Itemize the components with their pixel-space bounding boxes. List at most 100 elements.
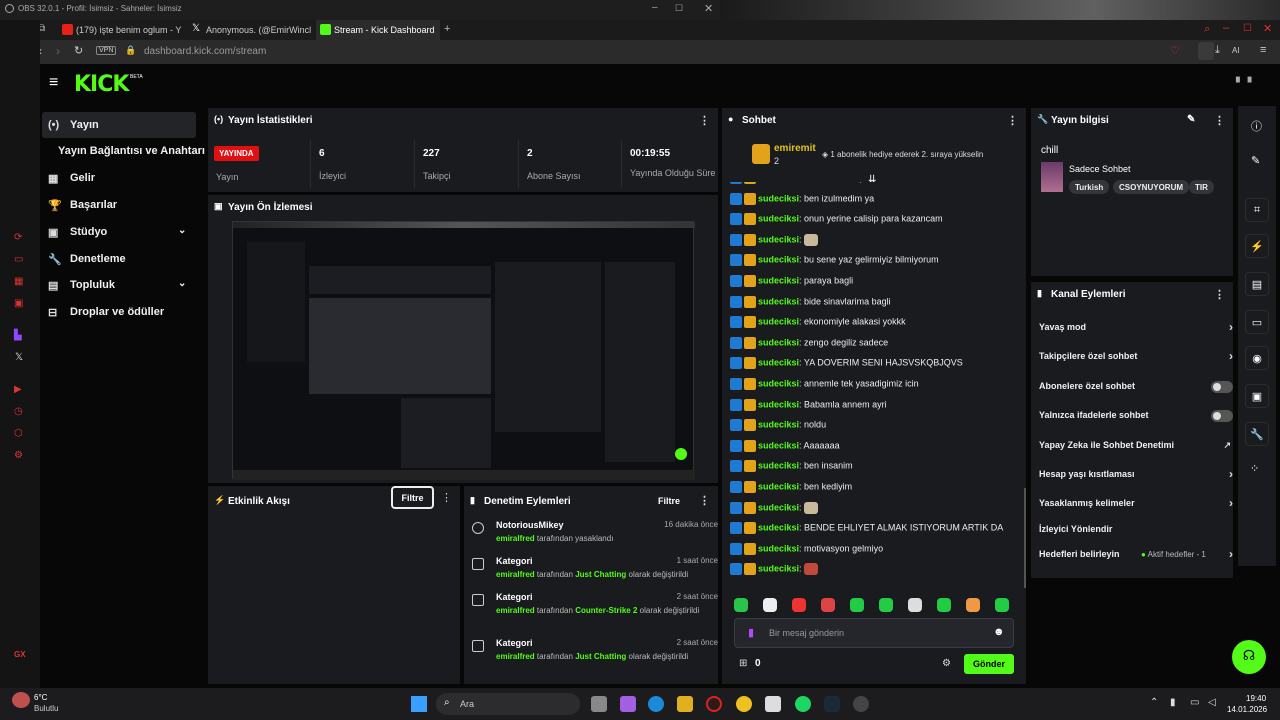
hamburger-icon[interactable]: ≡ (49, 74, 58, 92)
sidebar-speed-dial-icon[interactable]: ⟳ (14, 232, 22, 243)
chat-message[interactable]: sudeciksi: (730, 233, 1020, 252)
chat-input[interactable]: ▮ Bir mesaj gönderin ☻ (734, 618, 1014, 648)
chat-username[interactable]: sudeciksi (758, 481, 799, 491)
sidebar-news-icon[interactable]: ▦ (14, 276, 23, 287)
edit-icon[interactable]: ✎ (1187, 114, 1195, 125)
task-view-icon[interactable] (591, 696, 607, 712)
more-icon[interactable]: ⋮ (441, 491, 452, 504)
extension-icon[interactable] (1198, 42, 1214, 60)
mod-user[interactable]: emiralfred (496, 606, 535, 615)
toggle-switch[interactable] (1211, 410, 1233, 422)
opera-gx-icon[interactable] (706, 696, 722, 712)
emoji-icon[interactable]: ☻ (993, 626, 1005, 638)
spotify-icon[interactable] (795, 696, 811, 712)
chat-message[interactable]: sudeciksi: bu sene yaz gelirmiyiz bilmiy… (730, 254, 1020, 272)
volume-icon[interactable]: ◁ (1208, 697, 1216, 708)
menu-icon[interactable]: ≡ (1260, 44, 1266, 56)
tab-youtube[interactable]: (179) işte benim oglum - Y (58, 20, 186, 40)
nav-moderation[interactable]: 🔧 Denetleme (42, 246, 196, 272)
channel-action-1[interactable]: Takipçilere özel sohbet › (1039, 349, 1233, 369)
url-field[interactable]: dashboard.kick.com/stream (144, 46, 266, 57)
chat-username[interactable]: sudeciksi (758, 317, 799, 327)
document-icon[interactable]: ▤ (1245, 272, 1269, 296)
twitch-icon[interactable]: ▙ (14, 330, 22, 341)
chat-message[interactable]: sudeciksi: motivasyon gelmiyo (730, 542, 1020, 561)
chat-message[interactable]: sudeciksi: annemle tek yasadigimiz icin (730, 378, 1020, 396)
chat-username[interactable]: sudeciksi (758, 399, 799, 409)
mod-category[interactable]: Counter-Strike 2 (575, 606, 637, 615)
channel-action-5[interactable]: Hesap yaşı kısıtlaması › (1039, 467, 1233, 487)
emote-icon[interactable] (792, 598, 806, 612)
tab-x[interactable]: 𝕏 Anonymous. (@EmirWincl (188, 20, 314, 40)
channel-action-3[interactable]: Yalnızca ifadelerle sohbet (1039, 410, 1233, 428)
weather-icon[interactable] (12, 692, 30, 708)
chat-username[interactable]: sudeciksi (758, 337, 799, 347)
emote-icon[interactable] (937, 598, 951, 612)
channel-action-0[interactable]: Yavaş mod › (1039, 320, 1233, 340)
nav-stream-key[interactable]: Yayın Bağlantısı ve Anahtarı (42, 138, 205, 164)
player-icon[interactable]: ▶ (14, 384, 22, 395)
chat-message[interactable]: sudeciksi: (730, 563, 1020, 581)
maximize-button[interactable]: ☐ (675, 3, 683, 14)
more-icon[interactable]: ⋮ (699, 114, 710, 127)
taskbar-search[interactable]: ⌕ Ara (436, 693, 580, 715)
chat-username[interactable]: sudeciksi (758, 214, 799, 224)
chat-message[interactable]: sudeciksi: bide sinavlarima bagli (730, 295, 1020, 314)
info-icon[interactable]: ⓘ (1251, 118, 1262, 134)
chat-message[interactable]: sudeciksi: BENDE EHLIYET ALMAK ISTIYORUM… (730, 522, 1020, 540)
pencil-icon[interactable]: ✎ (1251, 154, 1260, 167)
close-browser-button[interactable]: ✕ (1263, 22, 1272, 35)
clock-time[interactable]: 19:40 (1246, 694, 1266, 703)
wrench-icon[interactable]: 🔧 (1245, 422, 1269, 446)
profile-icon[interactable]: ▘▝ (1236, 78, 1251, 89)
emote-icon[interactable] (763, 598, 777, 612)
mod-category[interactable]: Just Chatting (575, 652, 626, 661)
lock-icon[interactable]: 🔒 (125, 45, 136, 56)
chat-scrollbar[interactable] (1024, 488, 1026, 588)
stream-preview-video[interactable] (232, 221, 695, 480)
chat-message[interactable]: sudeciksi: Babamla annem ayri (730, 398, 1020, 417)
chat-message[interactable]: sudeciksi: (730, 501, 1020, 520)
reload-icon[interactable]: ↻ (74, 44, 83, 57)
ms-store-icon[interactable] (765, 696, 781, 712)
chat-message[interactable]: sudeciksi: onun yerine calisip para kaza… (730, 213, 1020, 231)
chat-username[interactable]: sudeciksi (758, 461, 799, 471)
extensions-icon[interactable]: ⬡ (14, 428, 23, 439)
chat-message[interactable]: sudeciksi: noldu (730, 419, 1020, 437)
maximize-browser-button[interactable]: ☐ (1243, 23, 1252, 34)
chat-message[interactable]: sudeciksi: ahadasdfnmlkja (730, 182, 1020, 190)
network-icon[interactable]: ▭ (1190, 697, 1199, 708)
chat-message[interactable]: sudeciksi: paraya bagli (730, 275, 1020, 293)
forward-icon[interactable]: › (56, 44, 60, 58)
start-icon[interactable] (411, 696, 427, 712)
channel-action-7[interactable]: İzleyici Yönlendir (1039, 524, 1233, 542)
apps-icon[interactable]: ⁘ (1250, 462, 1259, 475)
mic-tray-icon[interactable]: ▮ (1170, 697, 1176, 708)
emote-icon[interactable] (908, 598, 922, 612)
toggle-switch[interactable] (1211, 381, 1233, 393)
tray-chevron-icon[interactable]: ⌃ (1150, 697, 1158, 708)
channel-action-2[interactable]: Abonelere özel sohbet (1039, 381, 1233, 399)
screen-capture-icon[interactable]: ⌗ (1245, 198, 1269, 222)
nav-stream[interactable]: (•) Yayın (42, 112, 196, 138)
emote-icon[interactable] (734, 598, 748, 612)
chat-username[interactable]: sudeciksi (758, 234, 799, 244)
emote-icon[interactable] (821, 598, 835, 612)
vpn-badge[interactable]: VPN (96, 46, 117, 55)
history-icon[interactable]: ◷ (14, 406, 23, 417)
mod-user[interactable]: emiralfred (496, 652, 535, 661)
chat-username[interactable]: sudeciksi (758, 523, 799, 533)
mod-category[interactable]: Just Chatting (575, 570, 626, 579)
gift-promo-text[interactable]: ◈ 1 abonelik hediye ederek 2. sıraya yük… (822, 150, 983, 159)
chat-username[interactable]: sudeciksi (758, 296, 799, 306)
steam-icon[interactable] (824, 696, 840, 712)
gx-icon[interactable]: GX (14, 650, 26, 659)
nav-achievements[interactable]: 🏆 Başarılar (42, 192, 196, 218)
nav-drops[interactable]: ⊟ Droplar ve ödüller (42, 299, 196, 325)
more-icon[interactable]: ⋮ (1214, 114, 1225, 127)
more-icon[interactable]: ⋮ (1007, 114, 1018, 127)
mod-user[interactable]: emiralfred (496, 534, 535, 543)
chat-username[interactable]: sudeciksi (758, 378, 799, 388)
send-button[interactable]: Gönder (964, 654, 1014, 674)
chat-username[interactable]: sudeciksi (758, 275, 799, 285)
